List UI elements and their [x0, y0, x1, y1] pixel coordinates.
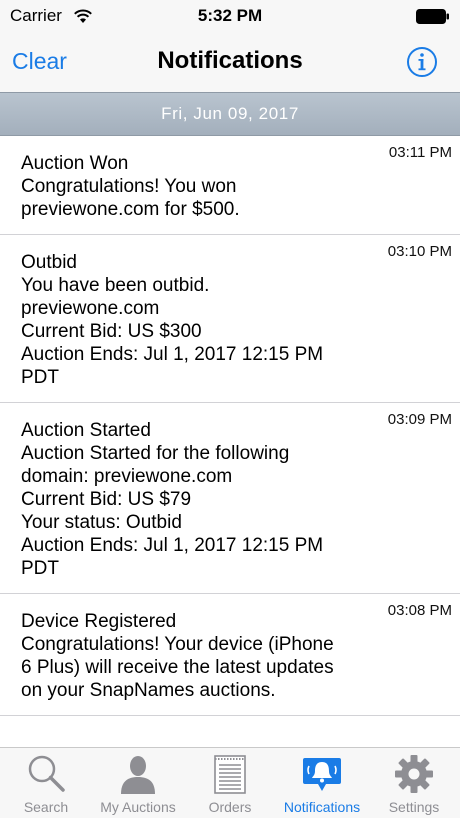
notification-row[interactable]: 03:11 PM Auction Won Congratulations! Yo… — [0, 136, 460, 235]
gear-icon — [395, 755, 433, 793]
notification-row[interactable]: 03:08 PM Device Registered Congratulatio… — [0, 594, 460, 716]
notification-list[interactable]: 03:11 PM Auction Won Congratulations! Yo… — [0, 136, 460, 747]
notification-time: 03:10 PM — [387, 243, 452, 260]
tab-notifications[interactable]: Notifications — [276, 748, 368, 818]
tab-label: Orders — [208, 799, 252, 815]
notification-time: 03:09 PM — [387, 411, 452, 428]
tab-my-auctions[interactable]: My Auctions — [92, 748, 184, 818]
tab-bar: Search My Auctions Orders Notifications … — [0, 747, 460, 818]
battery-icon — [416, 9, 449, 24]
notification-body: You have been outbid. previewone.com Cur… — [21, 275, 324, 388]
tab-label: My Auctions — [100, 799, 176, 815]
tab-orders[interactable]: Orders — [184, 748, 276, 818]
notification-body: Congratulations! You won previewone.com … — [21, 176, 240, 220]
document-icon — [214, 755, 246, 794]
date-section-header: Fri, Jun 09, 2017 — [0, 92, 460, 136]
notification-time: 03:11 PM — [388, 144, 452, 161]
notification-title: Auction Won — [21, 153, 129, 174]
page-title: Notifications — [157, 47, 303, 74]
person-icon — [121, 756, 155, 794]
magnifier-icon — [28, 755, 65, 792]
tab-search[interactable]: Search — [0, 748, 92, 818]
info-icon[interactable] — [406, 46, 438, 78]
notification-time: 03:08 PM — [387, 602, 452, 619]
status-bar: Carrier 5:32 PM — [0, 0, 460, 34]
navigation-bar: Clear Notifications — [0, 34, 460, 92]
bell-chat-icon — [303, 758, 341, 791]
clock: 5:32 PM — [197, 6, 263, 25]
tab-label: Search — [23, 799, 69, 815]
tab-label: Notifications — [283, 799, 361, 815]
tab-label: Settings — [388, 799, 440, 815]
tab-settings[interactable]: Settings — [368, 748, 460, 818]
date-header-label: Fri, Jun 09, 2017 — [161, 104, 299, 123]
notification-body: Congratulations! Your device (iPhone 6 P… — [21, 634, 334, 701]
notification-body: Auction Started for the following domain… — [21, 443, 324, 579]
notification-row[interactable]: 03:09 PM Auction Started Auction Started… — [0, 403, 460, 594]
notification-row[interactable]: 03:10 PM Outbid You have been outbid. pr… — [0, 235, 460, 403]
